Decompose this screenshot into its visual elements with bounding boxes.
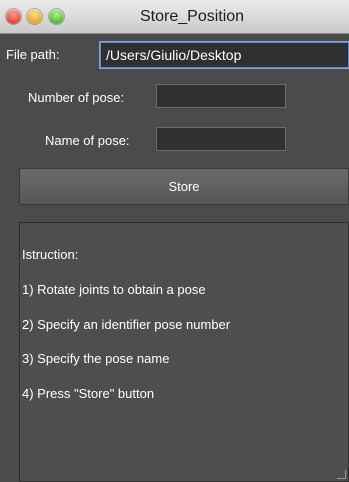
minimize-icon[interactable]: [27, 9, 42, 24]
file-path-field[interactable]: [100, 42, 349, 68]
resize-grip-icon[interactable]: [337, 470, 346, 479]
number-of-pose-label: Number of pose:: [28, 90, 125, 105]
file-path-input[interactable]: [101, 43, 348, 67]
close-icon[interactable]: [6, 9, 21, 24]
store-position-window: Store_Position File path: Number of pose…: [0, 0, 349, 482]
number-of-pose-input[interactable]: [157, 85, 285, 107]
instructions-panel: Istruction: 1) Rotate joints to obtain a…: [19, 222, 349, 482]
instruction-step: 2) Specify an identifier pose number: [22, 317, 231, 332]
file-path-label: File path:: [6, 47, 60, 62]
number-of-pose-field[interactable]: [156, 84, 286, 108]
name-of-pose-label: Name of pose:: [45, 133, 130, 148]
zoom-icon[interactable]: [49, 9, 64, 24]
instruction-step: 1) Rotate joints to obtain a pose: [22, 282, 206, 297]
instruction-step: 4) Press "Store" button: [22, 386, 155, 401]
name-of-pose-input[interactable]: [157, 128, 285, 150]
store-button[interactable]: Store: [19, 168, 349, 205]
window-title: Store_Position: [140, 8, 245, 25]
instruction-step: 3) Specify the pose name: [22, 351, 170, 366]
name-of-pose-field[interactable]: [156, 127, 286, 151]
instructions-heading: Istruction:: [22, 247, 79, 262]
title-bar[interactable]: Store_Position: [0, 0, 349, 34]
